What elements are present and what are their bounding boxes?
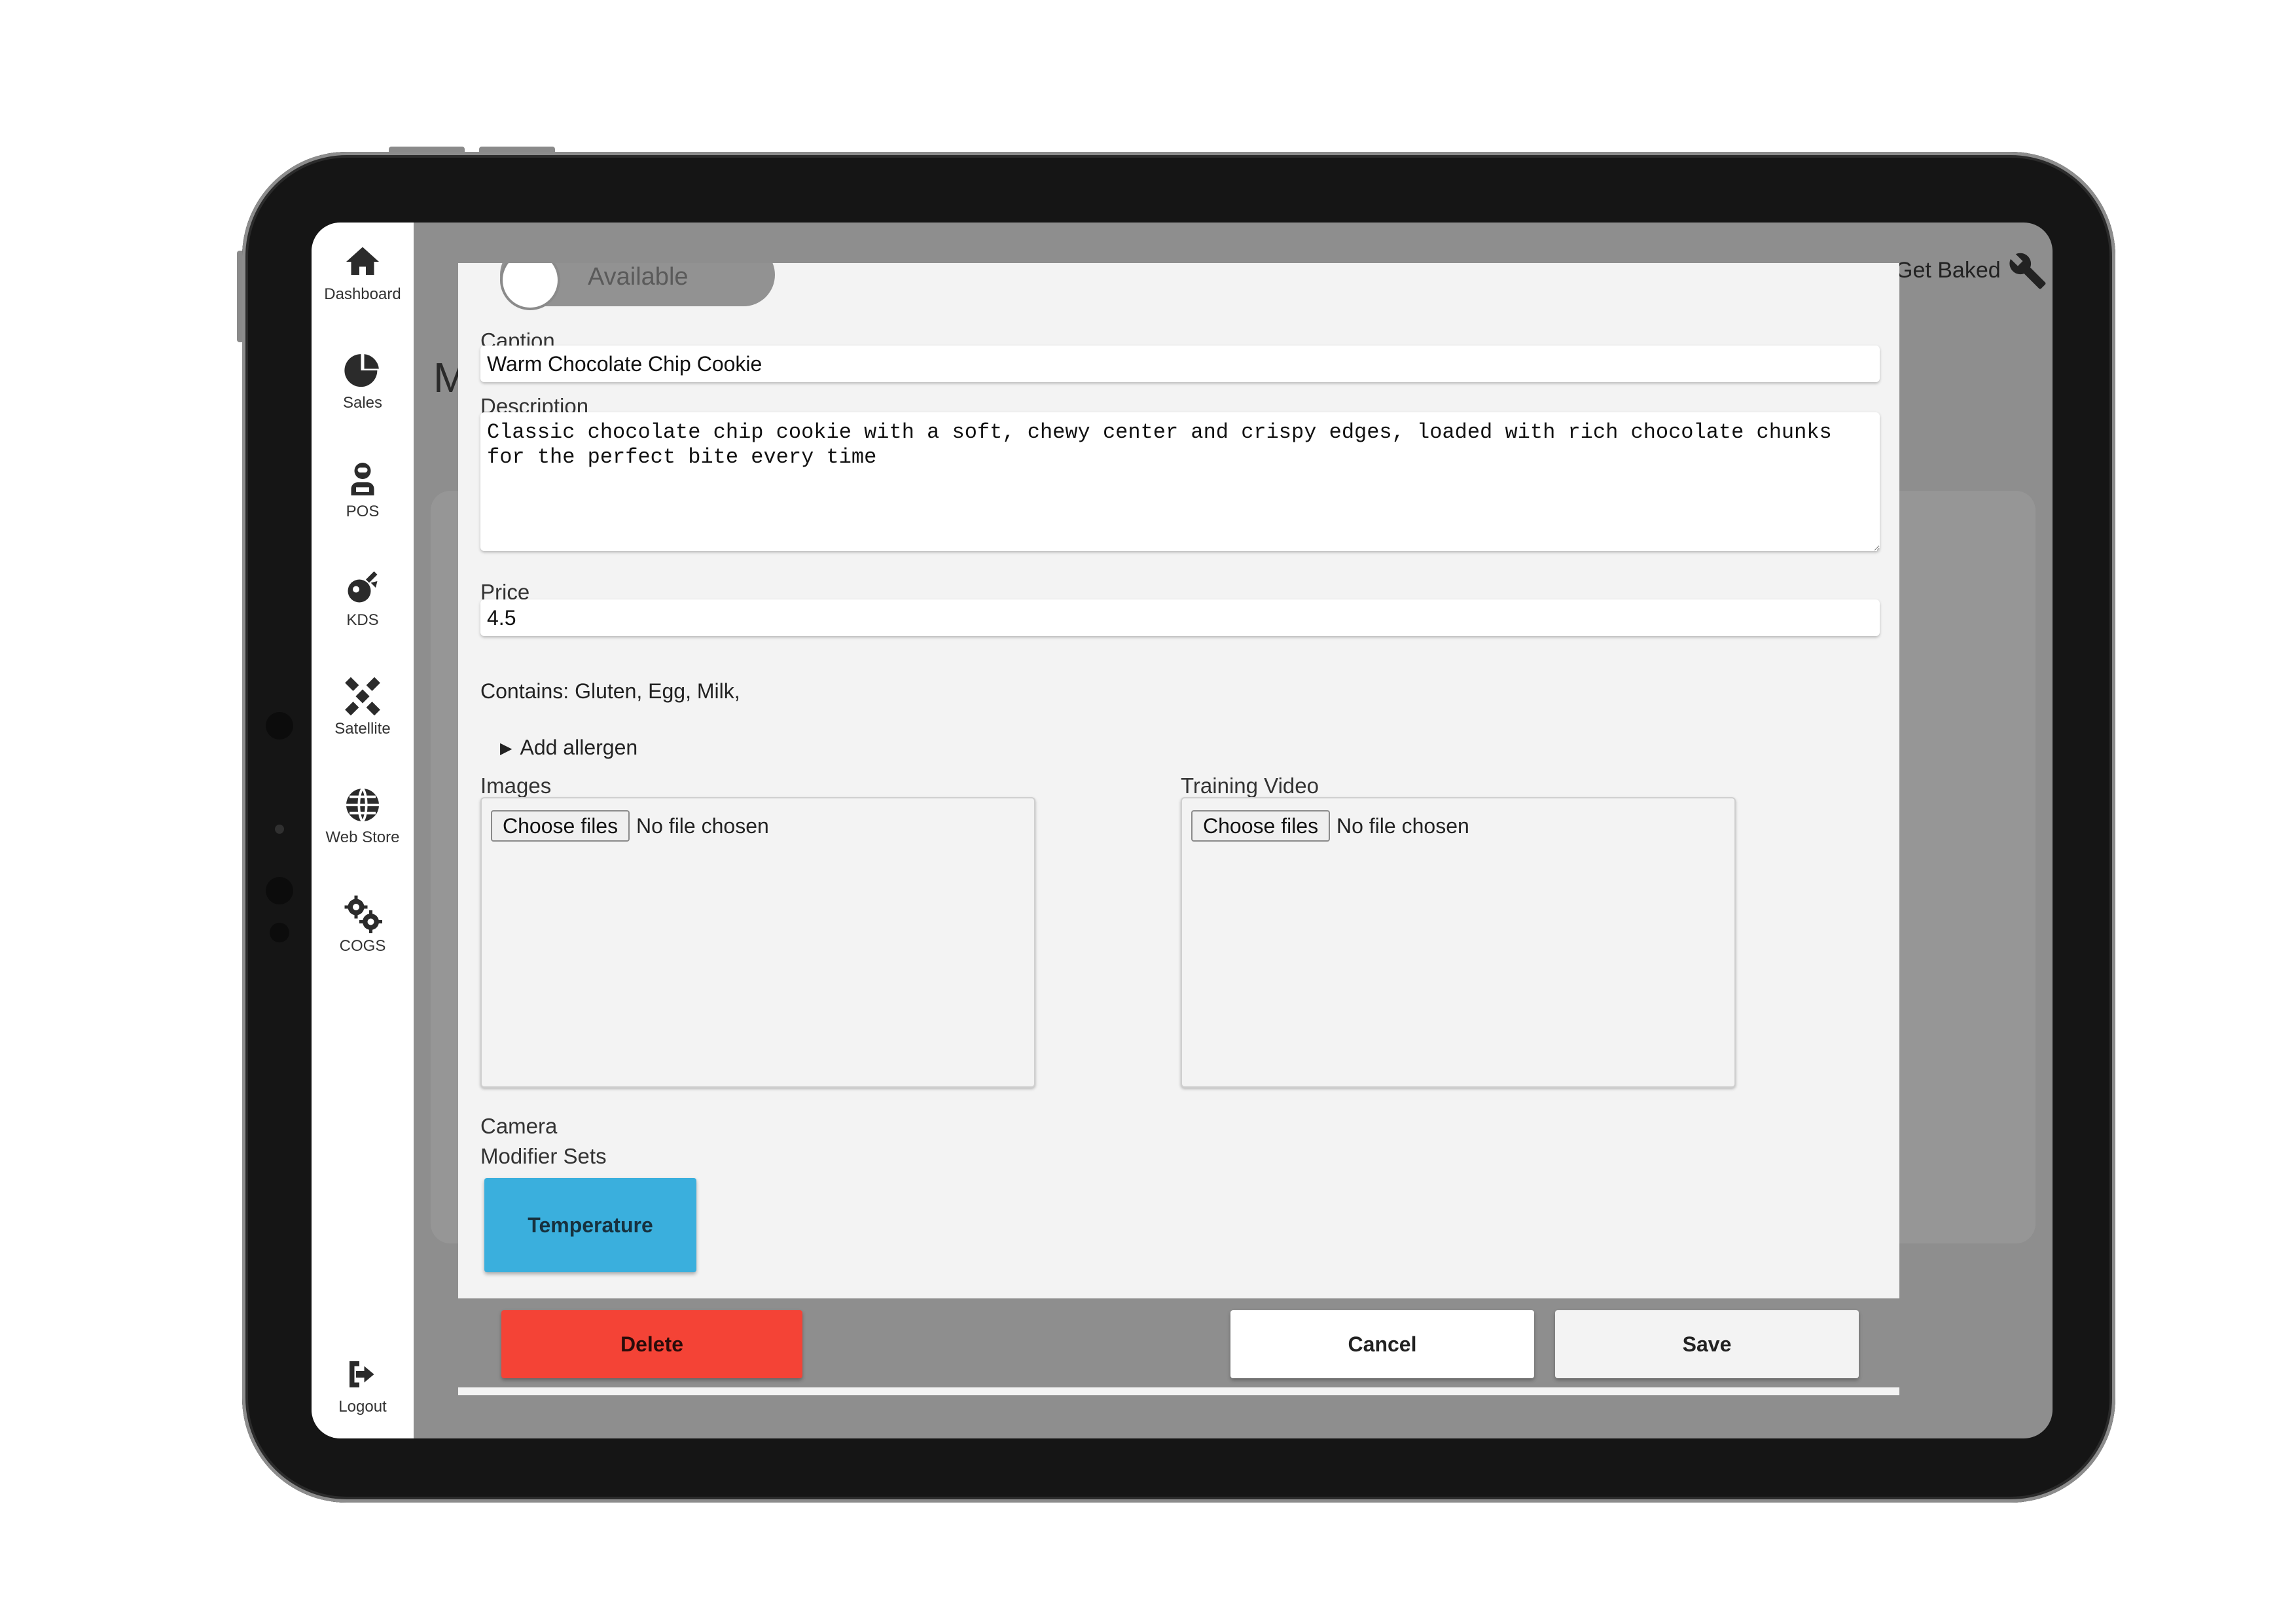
sidebar-item-label: POS <box>346 503 380 520</box>
sensor-dot <box>270 923 289 942</box>
training-video-dropzone[interactable]: Choose files No file chosen <box>1181 797 1736 1088</box>
cancel-button[interactable]: Cancel <box>1230 1310 1534 1378</box>
toggle-knob[interactable] <box>500 263 560 310</box>
edit-item-modal: Available Caption Description Classic ch… <box>458 263 1899 1395</box>
allergens-summary: Contains: Gluten, Egg, Milk, <box>480 679 740 703</box>
sidebar-item-cogs[interactable]: COGS <box>312 894 414 972</box>
sidebar-item-label: Web Store <box>325 829 400 846</box>
home-icon <box>346 247 379 275</box>
sidebar-item-dashboard[interactable]: Dashboard <box>312 242 414 321</box>
save-button[interactable]: Save <box>1555 1310 1859 1378</box>
sidebar-item-label: Sales <box>342 394 383 412</box>
logout-button[interactable]: Logout <box>312 1355 414 1433</box>
price-input[interactable] <box>480 599 1880 636</box>
disclosure-triangle-icon: ▶ <box>500 740 512 757</box>
sidebar-item-label: KDS <box>346 611 379 629</box>
training-video-label: Training Video <box>1181 774 1319 798</box>
sidebar-item-label: COGS <box>339 937 386 955</box>
brand-name: Get Baked <box>1895 258 2001 283</box>
available-label: Available <box>588 263 689 291</box>
sidebar-item-label: Dashboard <box>324 285 401 303</box>
images-label: Images <box>480 774 552 798</box>
sidebar-item-sales[interactable]: Sales <box>312 351 414 429</box>
add-allergen-label: Add allergen <box>520 736 638 759</box>
video-file-status: No file chosen <box>1336 814 1469 838</box>
globe-icon <box>346 787 379 823</box>
sidebar-item-kds[interactable]: KDS <box>312 568 414 647</box>
images-dropzone[interactable]: Choose files No file chosen <box>480 797 1035 1088</box>
sidebar-item-label: Satellite <box>334 720 391 738</box>
modal-footer-strip <box>458 1387 1899 1395</box>
camera-dot <box>266 877 293 904</box>
video-choose-files-button[interactable]: Choose files <box>1191 810 1331 842</box>
logout-label: Logout <box>338 1398 387 1416</box>
sidebar: Dashboard Sales POS KDS Satellite Web St… <box>312 223 414 1438</box>
modifier-sets-label: Modifier Sets <box>480 1144 607 1168</box>
description-textarea[interactable]: Classic chocolate chip cookie with a sof… <box>480 412 1880 551</box>
logout-icon <box>350 1361 374 1387</box>
gears-icon <box>344 895 382 933</box>
add-allergen-toggle[interactable]: ▶ Add allergen <box>500 736 637 760</box>
images-choose-files-button[interactable]: Choose files <box>491 810 630 842</box>
sensor-dot <box>275 825 284 834</box>
sidebar-item-web-store[interactable]: Web Store <box>312 785 414 864</box>
available-toggle[interactable]: Available <box>500 263 775 310</box>
camera-label: Camera <box>480 1114 558 1138</box>
satellite-icon <box>345 677 380 716</box>
sidebar-item-pos[interactable]: POS <box>312 459 414 538</box>
pos-icon <box>351 463 374 495</box>
delete-button[interactable]: Delete <box>501 1310 802 1378</box>
screen: M Get Baked Dashboard Sales POS KDS Sate… <box>312 223 2053 1438</box>
wrench-icon[interactable] <box>2008 251 2047 291</box>
modifier-set-temperature[interactable]: Temperature <box>484 1178 696 1272</box>
caption-input[interactable] <box>480 346 1880 382</box>
images-file-status: No file chosen <box>636 814 769 838</box>
pie-chart-icon <box>344 354 379 387</box>
camera-dot <box>266 712 293 740</box>
kds-icon <box>348 571 378 603</box>
sidebar-item-satellite[interactable]: Satellite <box>312 677 414 755</box>
